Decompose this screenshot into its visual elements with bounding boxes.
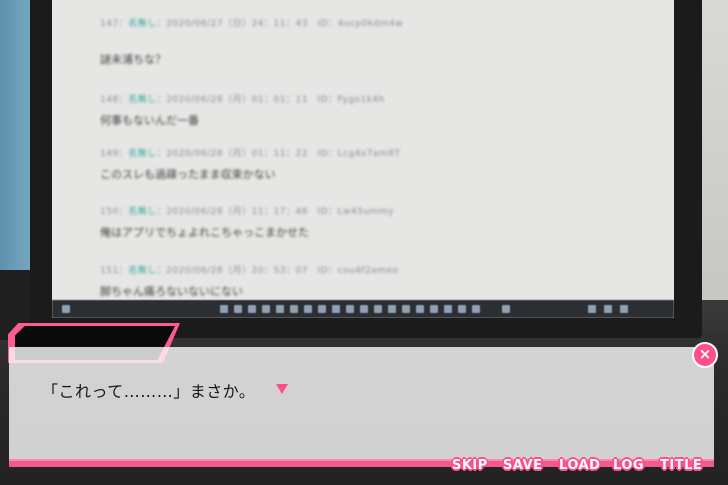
forum-post: 147：名無し：2020/06/27（日）24：11：43 ID：4ucp0kd…: [100, 16, 600, 67]
taskbar: [52, 300, 674, 318]
post-meta: 148：名無し：2020/06/28（月）01：01：11 ID：Fygo1k4…: [100, 95, 385, 105]
post-meta: 149：名無し：2020/06/28（月）01：11：22 ID：Lcg4x7a…: [100, 149, 401, 159]
post-body: 脚ちゃん痛ろないないにない: [100, 285, 243, 298]
load-button[interactable]: LOAD: [559, 458, 600, 473]
title-button[interactable]: TITLE: [660, 458, 702, 473]
post-meta: 151：名無し：2020/06/28（月）20：53：07 ID：cou4f2a…: [100, 266, 399, 276]
dialogue-box[interactable]: [9, 347, 714, 467]
post-body: 謎未浦ちな？: [100, 53, 166, 66]
post-body: 俺はアプリでちょよれこちゃっこまかせた: [100, 226, 309, 239]
close-button[interactable]: ×: [692, 342, 718, 368]
post-body: 何事もないんだ一番: [100, 114, 199, 127]
post-meta: 150：名無し：2020/06/28（月）11：17：48 ID：Lw45umm…: [100, 207, 394, 217]
monitor-screen: 147：名無し：2020/06/27（日）24：11：43 ID：4ucp0kd…: [52, 0, 674, 318]
forum-post: 149：名無し：2020/06/28（月）01：11：22 ID：Lcg4x7a…: [100, 146, 600, 182]
log-button[interactable]: LOG: [613, 458, 644, 473]
skip-button[interactable]: SKIP: [452, 458, 488, 473]
forum-post: 150：名無し：2020/06/28（月）11：17：48 ID：Lw45umm…: [100, 204, 600, 240]
save-button[interactable]: SAVE: [503, 458, 542, 473]
background-monitor: 147：名無し：2020/06/27（日）24：11：43 ID：4ucp0kd…: [30, 0, 702, 338]
game-menu: SKIP SAVE LOAD LOG TITLE: [0, 458, 728, 476]
post-body: このスレも過疎ったまま収束かない: [100, 168, 276, 181]
next-indicator-icon: [276, 384, 288, 394]
post-meta: 147：名無し：2020/06/27（日）24：11：43 ID：4ucp0kd…: [100, 19, 404, 29]
forum-post: 148：名無し：2020/06/28（月）01：01：11 ID：Fygo1k4…: [100, 92, 600, 128]
dialogue-text: 「これって………」まさか。: [42, 382, 256, 401]
forum-post: 151：名無し：2020/06/28（月）20：53：07 ID：cou4f2a…: [100, 263, 600, 299]
